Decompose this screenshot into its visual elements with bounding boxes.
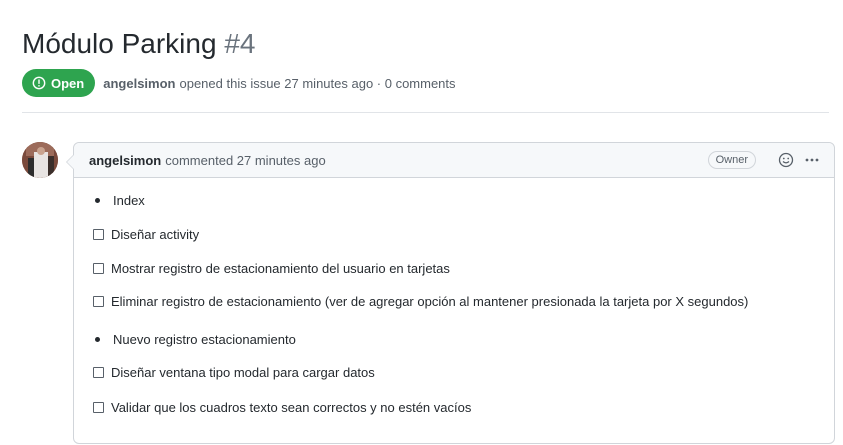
issue-title: Módulo Parking <box>22 28 217 59</box>
list-item: Nuevo registro estacionamiento <box>93 330 296 348</box>
task-list-item: Diseñar ventana tipo modal para cargar d… <box>93 363 375 381</box>
comment-header: angelsimon commented 27 minutes ago Owne… <box>74 143 834 178</box>
comment-author-link[interactable]: angelsimon <box>89 153 161 168</box>
task-text: Diseñar activity <box>111 226 200 242</box>
task-checkbox[interactable] <box>93 401 104 413</box>
avatar[interactable] <box>22 142 58 178</box>
kebab-horizontal-icon[interactable] <box>804 152 820 168</box>
issue-number: #4 <box>224 28 256 59</box>
issue-opened-icon <box>32 76 46 90</box>
list-item-text: Nuevo registro estacionamiento <box>113 331 296 347</box>
task-checkbox[interactable] <box>93 366 104 378</box>
list-item: Index <box>93 191 145 209</box>
smiley-icon[interactable] <box>778 152 794 168</box>
issue-title-row: Módulo Parking #4 <box>22 28 256 60</box>
bullet-marker <box>95 336 100 342</box>
task-checkbox[interactable] <box>93 228 104 240</box>
status-label: Open <box>51 75 85 91</box>
task-list-item: Diseñar activity <box>93 225 199 243</box>
issue-author-link[interactable]: angelsimon <box>103 76 175 91</box>
task-text: Diseñar ventana tipo modal para cargar d… <box>111 364 375 380</box>
status-badge: Open <box>22 69 96 97</box>
issue-meta: Open angelsimon opened this issue 27 min… <box>22 68 456 98</box>
issue-opened-text: opened this issue 27 minutes ago · 0 com… <box>179 75 456 91</box>
bullet-marker <box>95 197 100 203</box>
task-text: Eliminar registro de estacionamiento (ve… <box>111 293 749 309</box>
task-checkbox[interactable] <box>93 262 104 274</box>
list-item-text: Index <box>113 192 145 208</box>
task-text: Mostrar registro de estacionamiento del … <box>111 260 450 276</box>
owner-badge: Owner <box>707 151 756 169</box>
task-list-item: Mostrar registro de estacionamiento del … <box>93 259 450 277</box>
task-list-item: Eliminar registro de estacionamiento (ve… <box>93 292 748 310</box>
task-list-item: Validar que los cuadros texto sean corre… <box>93 398 471 416</box>
header-divider <box>22 112 829 113</box>
comment-box: angelsimon commented 27 minutes ago Owne… <box>66 142 835 444</box>
comment-timestamp: commented 27 minutes ago <box>165 152 326 168</box>
task-text: Validar que los cuadros texto sean corre… <box>111 399 472 415</box>
task-checkbox[interactable] <box>93 295 104 307</box>
